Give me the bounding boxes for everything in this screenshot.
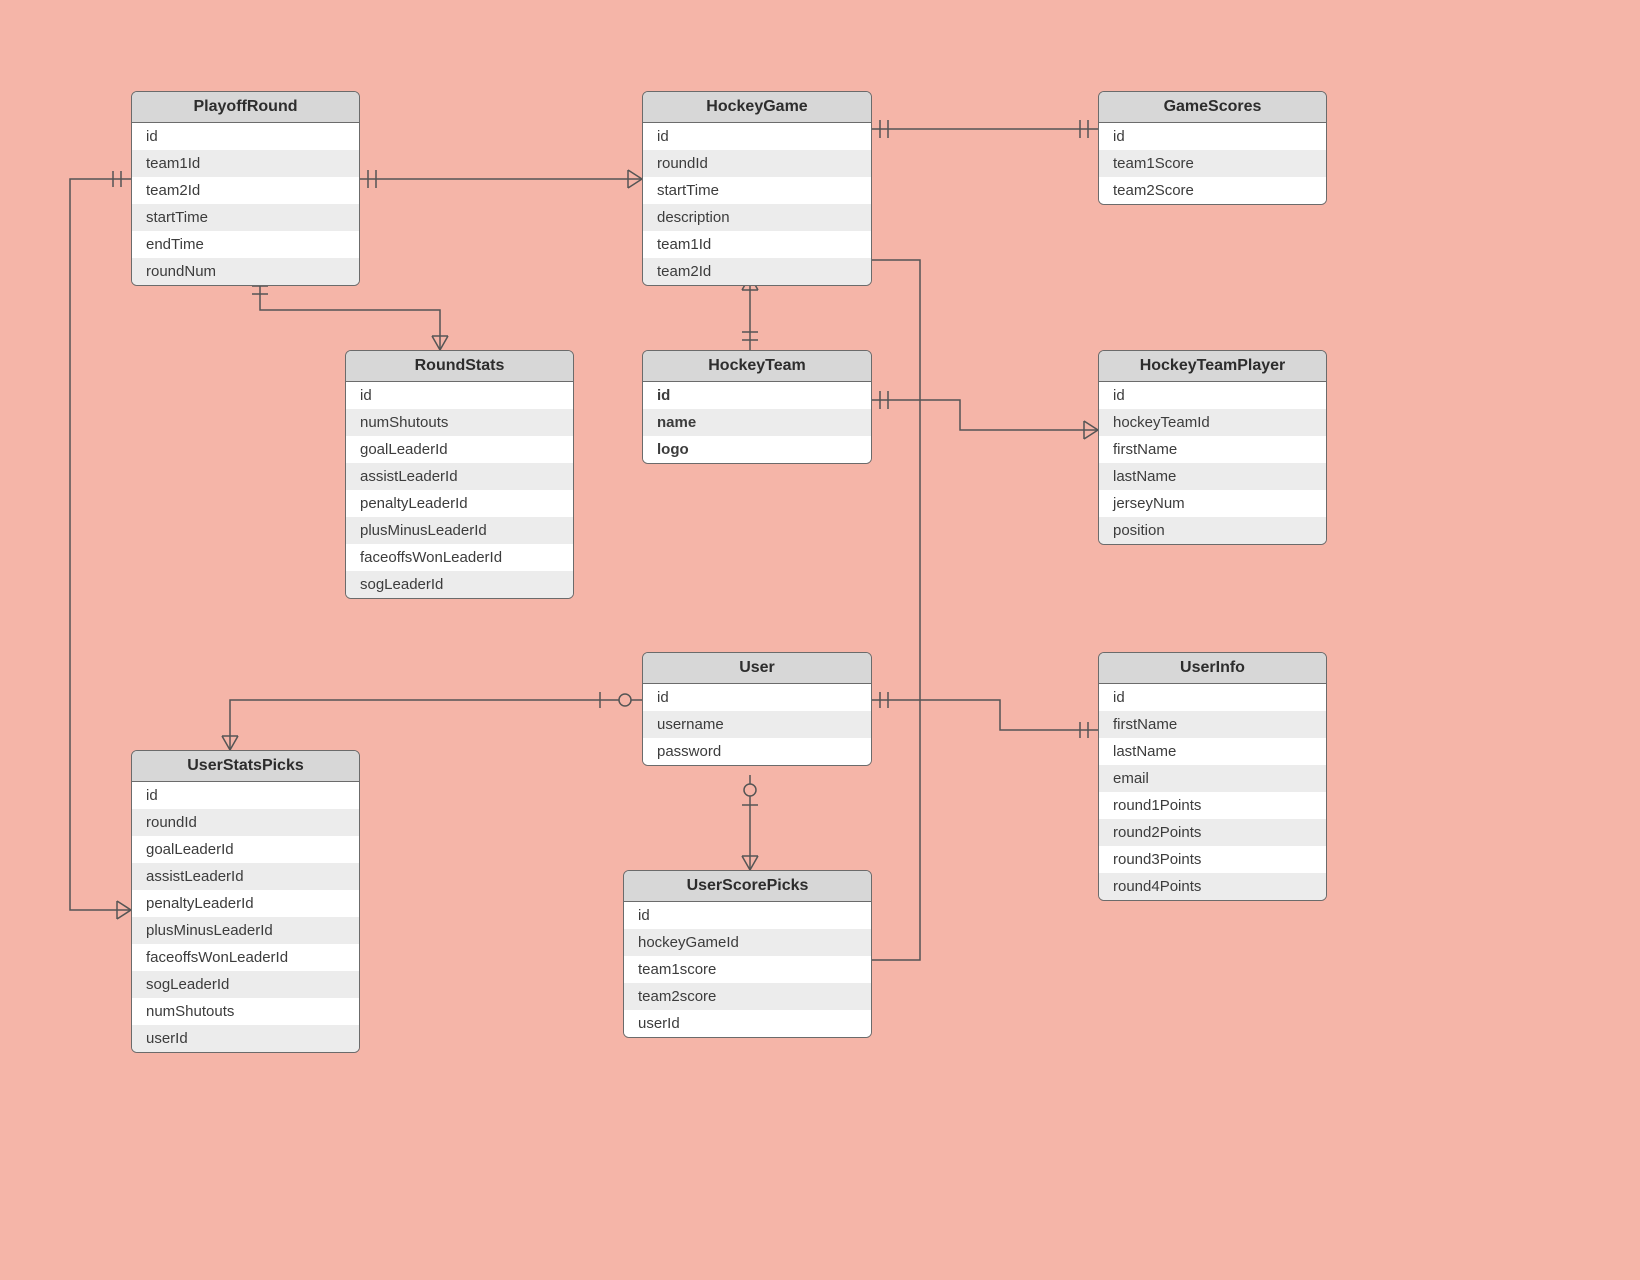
- entity-fields: idhockeyGameIdteam1scoreteam2scoreuserId: [624, 902, 871, 1037]
- entity-fields: idfirstNamelastNameemailround1Pointsroun…: [1099, 684, 1326, 900]
- entity-field: id: [643, 123, 871, 150]
- entity-field: description: [643, 204, 871, 231]
- entity-field: round1Points: [1099, 792, 1326, 819]
- entity-field: startTime: [132, 204, 359, 231]
- entity-field: jerseyNum: [1099, 490, 1326, 517]
- entity-user-score-picks: UserScorePicks idhockeyGameIdteam1scoret…: [623, 870, 872, 1038]
- entity-fields: idnumShutoutsgoalLeaderIdassistLeaderIdp…: [346, 382, 573, 598]
- entity-field: hockeyGameId: [624, 929, 871, 956]
- entity-field: firstName: [1099, 711, 1326, 738]
- entity-field: lastName: [1099, 738, 1326, 765]
- entity-field: roundNum: [132, 258, 359, 285]
- entity-field: id: [643, 382, 871, 409]
- entity-round-stats: RoundStats idnumShutoutsgoalLeaderIdassi…: [345, 350, 574, 599]
- entity-field: id: [1099, 382, 1326, 409]
- entity-title: UserInfo: [1099, 653, 1326, 684]
- entity-field: round2Points: [1099, 819, 1326, 846]
- entity-field: team2score: [624, 983, 871, 1010]
- entity-fields: idhockeyTeamIdfirstNamelastNamejerseyNum…: [1099, 382, 1326, 544]
- entity-field: team2Score: [1099, 177, 1326, 204]
- entity-field: id: [1099, 123, 1326, 150]
- entity-title: User: [643, 653, 871, 684]
- entity-field: team1Id: [643, 231, 871, 258]
- entity-field: numShutouts: [346, 409, 573, 436]
- entity-field: round4Points: [1099, 873, 1326, 900]
- entity-field: faceoffsWonLeaderId: [132, 944, 359, 971]
- entity-field: userId: [624, 1010, 871, 1037]
- entity-title: UserScorePicks: [624, 871, 871, 902]
- entity-user-info: UserInfo idfirstNamelastNameemailround1P…: [1098, 652, 1327, 901]
- entity-title: PlayoffRound: [132, 92, 359, 123]
- entity-field: hockeyTeamId: [1099, 409, 1326, 436]
- entity-field: penaltyLeaderId: [132, 890, 359, 917]
- entity-fields: idroundIdstartTimedescriptionteam1Idteam…: [643, 123, 871, 285]
- entity-field: email: [1099, 765, 1326, 792]
- entity-field: endTime: [132, 231, 359, 258]
- entity-field: goalLeaderId: [346, 436, 573, 463]
- entity-field: id: [1099, 684, 1326, 711]
- entity-fields: idusernamepassword: [643, 684, 871, 765]
- entity-field: assistLeaderId: [346, 463, 573, 490]
- entity-field: team1Id: [132, 150, 359, 177]
- entity-field: team2Id: [643, 258, 871, 285]
- entity-fields: idteam1Scoreteam2Score: [1099, 123, 1326, 204]
- entity-title: UserStatsPicks: [132, 751, 359, 782]
- entity-field: startTime: [643, 177, 871, 204]
- entity-field: team1Score: [1099, 150, 1326, 177]
- entity-field: numShutouts: [132, 998, 359, 1025]
- entity-game-scores: GameScores idteam1Scoreteam2Score: [1098, 91, 1327, 205]
- entity-field: lastName: [1099, 463, 1326, 490]
- entity-field: goalLeaderId: [132, 836, 359, 863]
- entity-field: plusMinusLeaderId: [132, 917, 359, 944]
- entity-field: faceoffsWonLeaderId: [346, 544, 573, 571]
- entity-field: penaltyLeaderId: [346, 490, 573, 517]
- entity-field: sogLeaderId: [132, 971, 359, 998]
- entity-field: username: [643, 711, 871, 738]
- entity-field: assistLeaderId: [132, 863, 359, 890]
- entity-user: User idusernamepassword: [642, 652, 872, 766]
- entity-title: HockeyGame: [643, 92, 871, 123]
- entity-fields: idteam1Idteam2IdstartTimeendTimeroundNum: [132, 123, 359, 285]
- entity-user-stats-picks: UserStatsPicks idroundIdgoalLeaderIdassi…: [131, 750, 360, 1053]
- entity-field: sogLeaderId: [346, 571, 573, 598]
- er-diagram: { "entities": { "playoffRound": {"title"…: [0, 0, 1640, 1280]
- entity-field: logo: [643, 436, 871, 463]
- entity-title: HockeyTeam: [643, 351, 871, 382]
- entity-fields: idnamelogo: [643, 382, 871, 463]
- entity-field: team1score: [624, 956, 871, 983]
- entity-field: id: [132, 123, 359, 150]
- entity-field: position: [1099, 517, 1326, 544]
- entity-hockey-game: HockeyGame idroundIdstartTimedescription…: [642, 91, 872, 286]
- entity-field: team2Id: [132, 177, 359, 204]
- entity-fields: idroundIdgoalLeaderIdassistLeaderIdpenal…: [132, 782, 359, 1052]
- entity-field: password: [643, 738, 871, 765]
- entity-field: roundId: [132, 809, 359, 836]
- entity-hockey-team-player: HockeyTeamPlayer idhockeyTeamIdfirstName…: [1098, 350, 1327, 545]
- entity-field: roundId: [643, 150, 871, 177]
- entity-field: id: [132, 782, 359, 809]
- entity-field: userId: [132, 1025, 359, 1052]
- entity-playoff-round: PlayoffRound idteam1Idteam2IdstartTimeen…: [131, 91, 360, 286]
- entity-field: name: [643, 409, 871, 436]
- entity-field: id: [346, 382, 573, 409]
- entity-field: id: [643, 684, 871, 711]
- entity-title: GameScores: [1099, 92, 1326, 123]
- entity-field: firstName: [1099, 436, 1326, 463]
- entity-field: plusMinusLeaderId: [346, 517, 573, 544]
- entity-field: id: [624, 902, 871, 929]
- entity-hockey-team: HockeyTeam idnamelogo: [642, 350, 872, 464]
- entity-title: RoundStats: [346, 351, 573, 382]
- entity-title: HockeyTeamPlayer: [1099, 351, 1326, 382]
- entity-field: round3Points: [1099, 846, 1326, 873]
